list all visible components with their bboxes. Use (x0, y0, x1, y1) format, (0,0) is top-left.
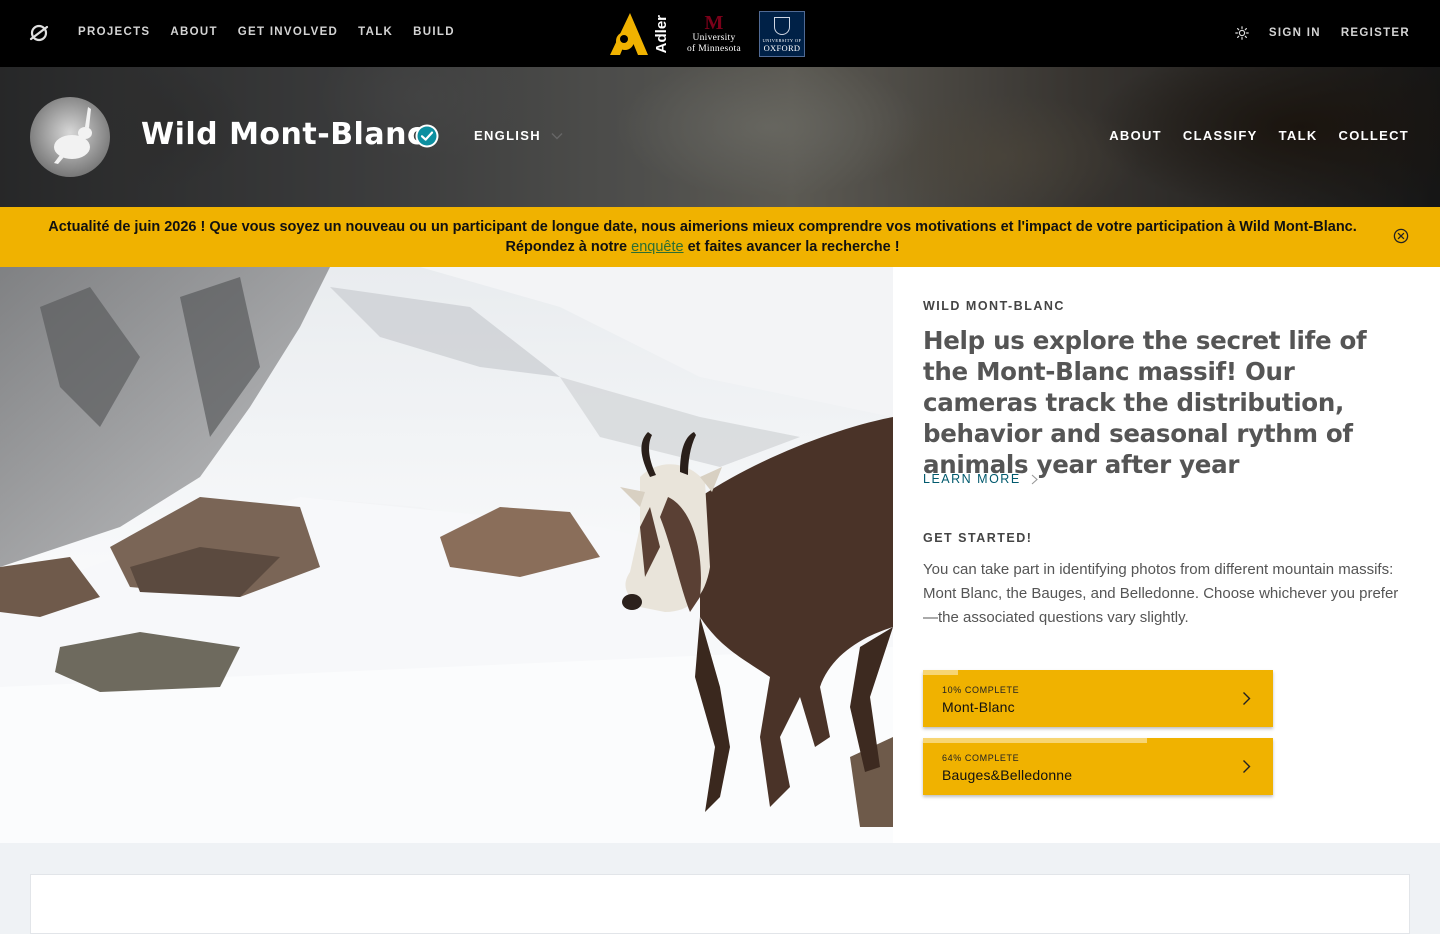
survey-link[interactable]: enquête (631, 239, 683, 255)
mountain-chamois-illustration (0, 267, 893, 843)
hare-avatar-image (54, 107, 92, 164)
workflow-name: Bauges&Belledonne (942, 767, 1073, 783)
get-started-heading: GET STARTED! (923, 531, 1033, 545)
umn-line-2: of Minnesota (687, 44, 741, 54)
sun-icon[interactable] (1235, 26, 1249, 40)
chevron-right-icon (1243, 692, 1251, 705)
learn-more-link[interactable]: LEARN MORE (923, 472, 1038, 486)
project-talk-link[interactable]: TALK (1279, 128, 1318, 143)
adler-logo[interactable]: Adler (608, 11, 670, 57)
language-label: ENGLISH (474, 128, 541, 143)
zooniverse-logo-icon[interactable] (28, 22, 50, 44)
project-nav: ABOUT CLASSIFY TALK COLLECT (1109, 128, 1409, 143)
get-started-description: You can take part in identifying photos … (923, 561, 1399, 626)
hero-chamois-photo (0, 267, 893, 843)
close-circle-icon[interactable] (1393, 228, 1409, 244)
workflow-button-mont-blanc[interactable]: 10% COMPLETE Mont-Blanc (923, 670, 1273, 727)
umn-logo[interactable]: M University of Minnesota (687, 13, 741, 55)
project-classify-link[interactable]: CLASSIFY (1183, 128, 1258, 143)
announcement-text-after: et faites avancer la recherche ! (683, 239, 900, 255)
nav-projects-link[interactable]: PROJECTS (78, 26, 150, 38)
chevron-down-icon (551, 132, 563, 139)
partner-logos: Adler M University of Minnesota UNIVERSI… (608, 10, 805, 58)
project-header: Wild Mont-Blanc ENGLISH ABOUT CLASSIFY T… (0, 67, 1440, 207)
panel-eyebrow: WILD MONT-BLANC (923, 299, 1065, 313)
account-links: SIGN IN REGISTER (1235, 26, 1410, 40)
chevron-right-icon (1243, 760, 1251, 773)
oxford-logo[interactable]: UNIVERSITY OF OXFORD (759, 11, 805, 57)
announcement-banner: Actualité de juin 2026 ! Que vous soyez … (0, 207, 1440, 267)
adler-wordmark: Adler (653, 14, 670, 54)
chevron-right-icon (1031, 474, 1038, 484)
check-badge-icon (415, 124, 439, 148)
nav-talk-link[interactable]: TALK (358, 26, 393, 38)
project-intro-panel: WILD MONT-BLANC Help us explore the secr… (893, 267, 1440, 843)
language-select[interactable]: ENGLISH (474, 128, 563, 143)
workflow-button-bauges-belledonne[interactable]: 64% COMPLETE Bauges&Belledonne (923, 738, 1273, 795)
nav-build-link[interactable]: BUILD (413, 26, 455, 38)
adler-star-icon (610, 13, 648, 55)
project-title[interactable]: Wild Mont-Blanc (141, 117, 425, 152)
project-collect-link[interactable]: COLLECT (1339, 128, 1409, 143)
nav-get-involved-link[interactable]: GET INVOLVED (238, 26, 338, 38)
workflow-percent-label: 64% COMPLETE (942, 753, 1020, 763)
oxford-crest-icon (774, 17, 790, 35)
workflow-progress-bar (923, 738, 1147, 743)
announcement-text: Actualité de juin 2026 ! Que vous soyez … (30, 217, 1375, 257)
content-card (30, 874, 1410, 934)
register-link[interactable]: REGISTER (1341, 27, 1410, 39)
workflow-name: Mont-Blanc (942, 699, 1015, 715)
sign-in-link[interactable]: SIGN IN (1269, 27, 1321, 39)
workflow-progress-bar (923, 670, 958, 675)
zooniverse-top-nav: PROJECTS ABOUT GET INVOLVED TALK BUILD A… (0, 0, 1440, 67)
oxford-line-2: OXFORD (763, 43, 801, 53)
main-site-links: PROJECTS ABOUT GET INVOLVED TALK BUILD (78, 26, 455, 38)
umn-m-icon: M (704, 12, 724, 34)
nav-about-link[interactable]: ABOUT (170, 26, 217, 38)
project-about-link[interactable]: ABOUT (1109, 128, 1162, 143)
workflow-percent-label: 10% COMPLETE (942, 685, 1020, 695)
project-intro-heading: Help us explore the secret life of the M… (923, 326, 1367, 479)
project-avatar[interactable] (30, 97, 110, 177)
learn-more-label: LEARN MORE (923, 472, 1021, 486)
umn-line-1: University (692, 33, 736, 43)
